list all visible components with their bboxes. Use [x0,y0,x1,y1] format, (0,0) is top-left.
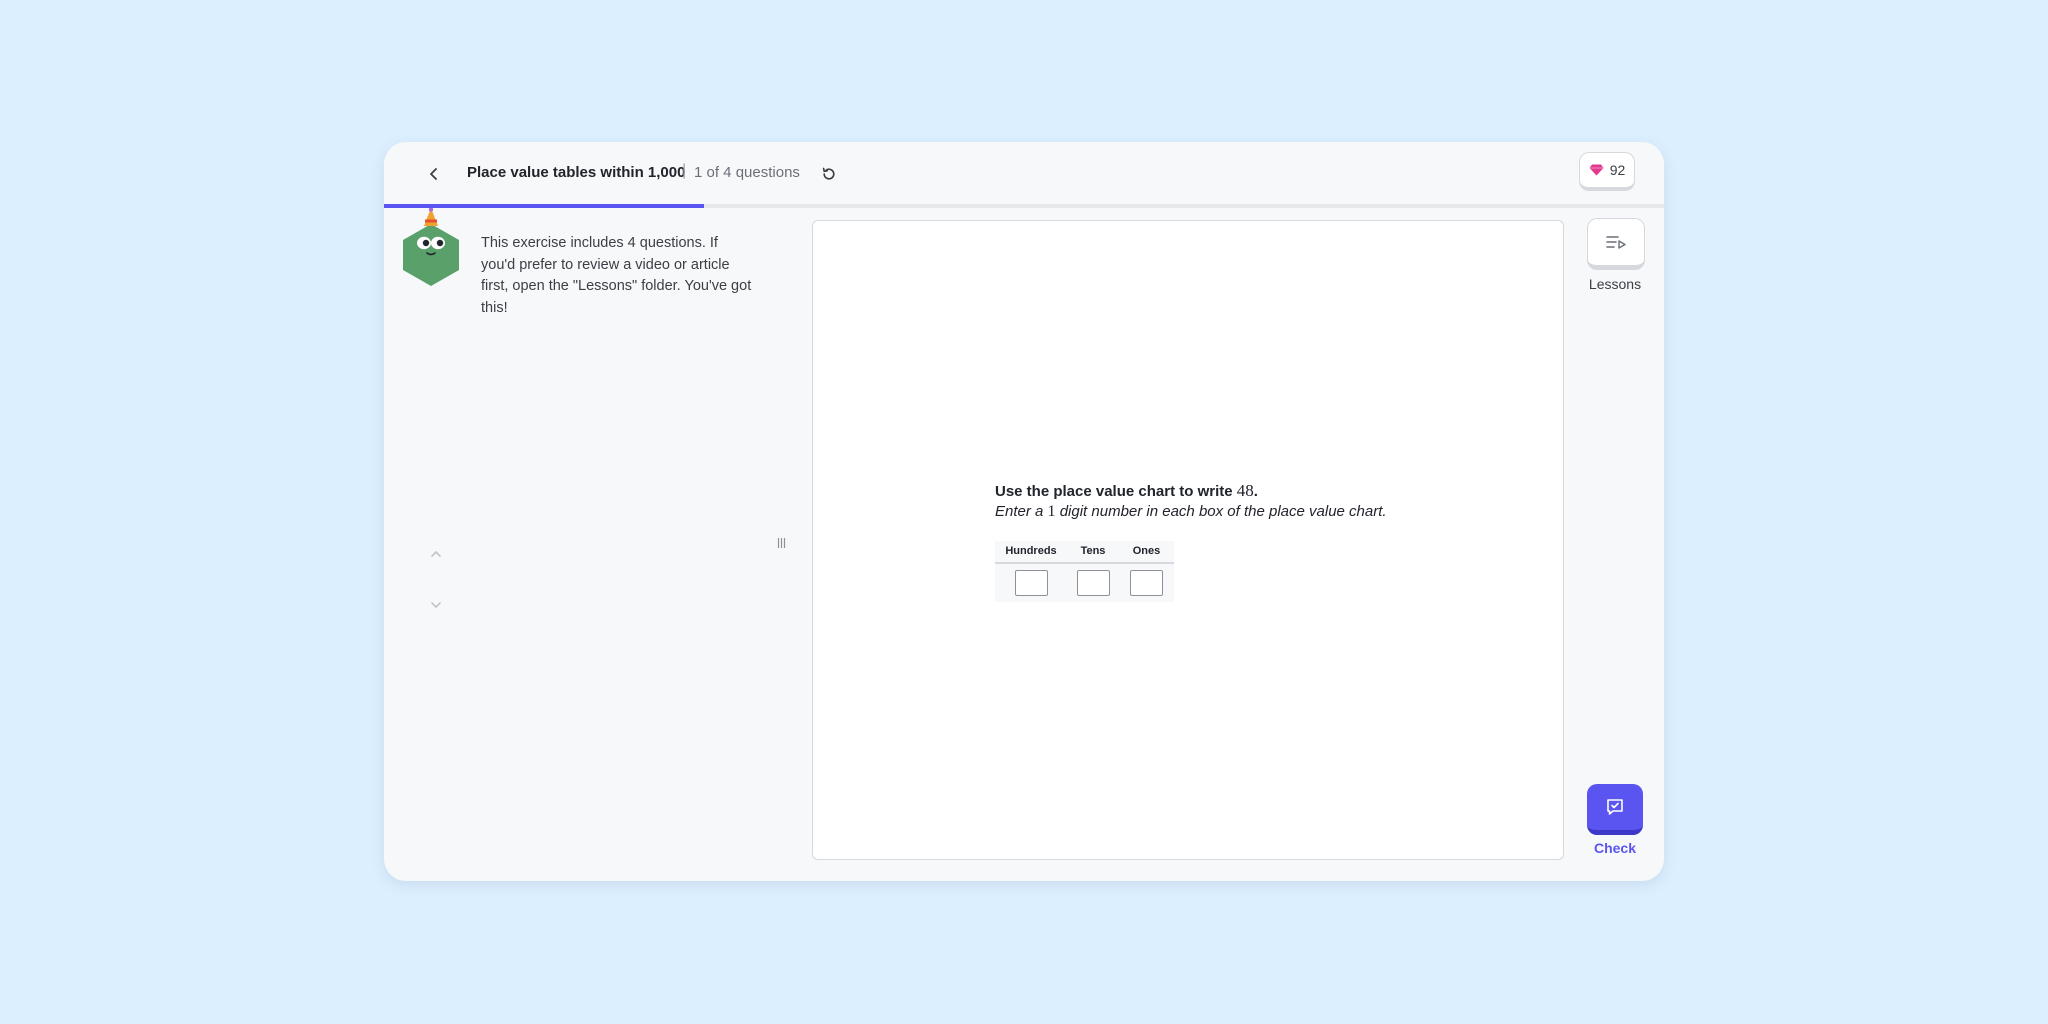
question-prompt: Use the place value chart to write 48. [995,481,1258,500]
place-value-table: Hundreds Tens Ones [995,541,1174,602]
gem-count: 92 [1609,162,1626,178]
check-icon [1607,799,1623,815]
chevron-left-icon [430,168,437,180]
hundreds-input[interactable] [1014,570,1048,596]
gem-counter[interactable]: 92 [1579,152,1635,191]
gem-icon [1589,164,1604,176]
chevron-down-icon [431,602,441,608]
mascot-avatar [403,208,459,286]
target-number: 48 [1236,481,1254,500]
header-hundreds: Hundreds [1005,545,1057,557]
next-question-button[interactable] [424,593,448,617]
header-ones: Ones [1132,545,1161,557]
question-instructions: Enter a 1 digit number in each box of th… [995,503,1387,520]
exercise-window: Place value tables within 1,000 | 1 of 4… [384,142,1664,881]
check-button[interactable] [1587,784,1643,835]
playlist-icon [1606,236,1626,249]
title-separator: | [682,162,687,179]
panel-resize-handle[interactable] [775,532,787,554]
right-rail: Lessons Check [1570,208,1664,881]
table-input-row [995,564,1174,602]
intro-message: This exercise includes 4 questions. If y… [481,235,752,316]
restart-button[interactable] [813,158,845,190]
lessons-label: Lessons [1588,276,1642,292]
check-label: Check [1593,840,1637,856]
chevron-up-icon [431,551,441,557]
top-bar: Place value tables within 1,000 | 1 of 4… [384,142,1664,204]
header-tens: Tens [1080,545,1106,557]
lessons-button[interactable] [1587,218,1645,270]
sidebar: This exercise includes 4 questions. If y… [384,208,804,881]
restart-icon [822,167,835,180]
question-panel: Use the place value chart to write 48. E… [812,220,1564,860]
tens-input[interactable] [1076,570,1110,596]
back-button[interactable] [416,156,452,192]
previous-question-button[interactable] [424,542,448,566]
grip-icon [777,538,785,548]
ones-input[interactable] [1130,570,1163,596]
question-content: Use the place value chart to write 48. E… [995,481,1387,602]
exercise-title: Place value tables within 1,000 [467,164,686,181]
question-progress: 1 of 4 questions [694,164,800,181]
table-header-row: Hundreds Tens Ones [995,541,1174,564]
